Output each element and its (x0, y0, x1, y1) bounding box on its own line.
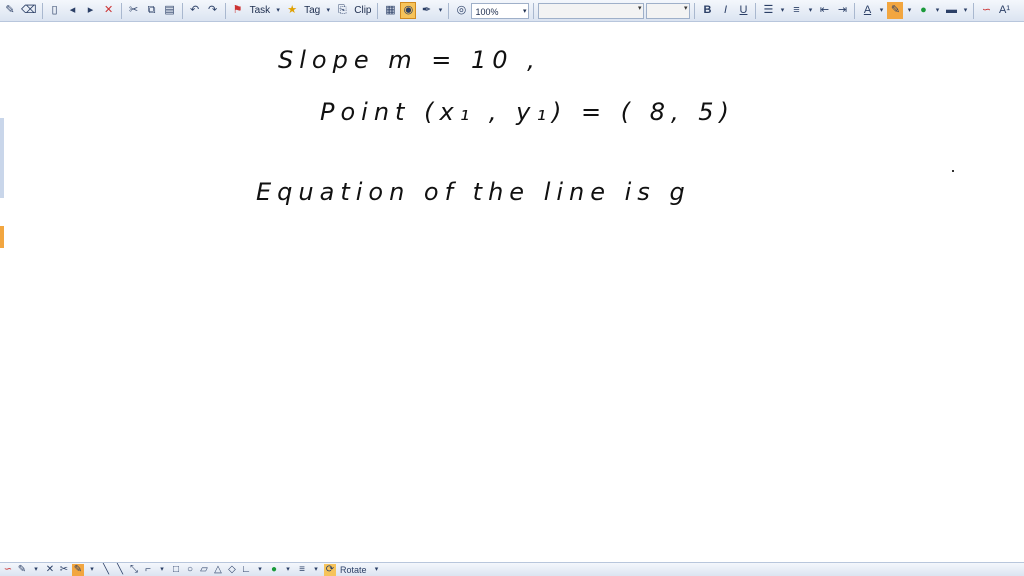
lasso-icon[interactable]: ∽ (2, 564, 14, 576)
highlight-icon[interactable]: ✎ (887, 2, 904, 19)
separator (533, 2, 535, 19)
line-tool-icon[interactable]: ╲ (100, 564, 112, 576)
paste-icon[interactable]: ▤ (162, 2, 178, 19)
chevron-down-icon[interactable]: ▾ (86, 564, 98, 576)
separator (755, 2, 757, 19)
audio-icon[interactable]: ◉ (400, 2, 417, 19)
diamond-tool-icon[interactable]: ◇ (226, 564, 238, 576)
separator (448, 2, 450, 19)
chevron-down-icon[interactable]: ▾ (30, 564, 42, 576)
tag-button[interactable]: Tag (302, 5, 322, 16)
rotate-icon[interactable]: ⟳ (324, 563, 336, 576)
bold-button[interactable]: B (699, 2, 715, 19)
copy-icon[interactable]: ⧉ (144, 2, 160, 19)
parallelogram-tool-icon[interactable]: ▱ (198, 564, 210, 576)
underline-button[interactable]: U (735, 2, 751, 19)
chevron-down-icon[interactable]: ▾ (933, 2, 941, 19)
text-size-icon[interactable]: A¹ (996, 2, 1012, 19)
chevron-down-icon[interactable]: ▾ (523, 4, 527, 20)
separator (41, 2, 43, 19)
delete-page-icon[interactable]: ✕ (101, 2, 117, 19)
ink-dot (952, 170, 954, 172)
separator (181, 2, 183, 19)
pen-color-icon[interactable]: ✒ (418, 2, 434, 19)
undo-icon[interactable]: ↶ (187, 2, 203, 19)
pen-icon[interactable]: ✎ (2, 2, 18, 19)
handwritten-line-slope: Slope m = 10 , (278, 46, 541, 74)
chevron-down-icon[interactable]: ▾ (371, 564, 383, 576)
arrow-tool-icon[interactable]: ╲ (114, 564, 126, 576)
chevron-down-icon[interactable]: ▾ (877, 2, 885, 19)
scissors-icon[interactable]: ✂ (58, 564, 70, 576)
tag-star-icon[interactable]: ★ (284, 2, 300, 19)
pen-icon[interactable]: ✎ (16, 564, 28, 576)
top-toolbar: ✎ ⌫ ▯ ◂ ▸ ✕ ✂ ⧉ ▤ ↶ ↷ ⚑ Task ▾ ★ Tag ▾ ⎘… (0, 0, 1024, 22)
chevron-down-icon[interactable]: ▾ (778, 2, 786, 19)
new-page-icon[interactable]: ▯ (47, 2, 63, 19)
separator (120, 2, 122, 19)
line-style-icon[interactable]: ▬ (943, 2, 959, 19)
highlighter-icon[interactable]: ✎ (72, 563, 84, 576)
table-icon[interactable]: ▦ (382, 2, 398, 19)
chevron-down-icon[interactable]: ▾ (684, 4, 688, 12)
handwritten-line-equation: Equation of the line is g (256, 178, 691, 206)
chevron-down-icon[interactable]: ▾ (282, 564, 294, 576)
triangle-tool-icon[interactable]: △ (212, 564, 224, 576)
numbering-icon[interactable]: ≡ (788, 2, 804, 19)
redo-icon[interactable]: ↷ (205, 2, 221, 19)
chevron-down-icon[interactable]: ▾ (961, 2, 969, 19)
rotate-button[interactable]: Rotate (338, 565, 369, 575)
zoom-select[interactable]: 100% ▾ (471, 2, 530, 20)
font-size-select[interactable]: ▾ (646, 2, 691, 19)
line-weight-icon[interactable]: ≡ (296, 564, 308, 576)
separator (694, 2, 696, 19)
axis-tool-icon[interactable]: ∟ (240, 564, 252, 576)
double-arrow-tool-icon[interactable]: ⤡ (128, 564, 140, 576)
handwritten-line-point: Point (x₁ , y₁) = ( 8, 5) (320, 98, 735, 126)
separator (854, 2, 856, 19)
back-icon[interactable]: ◂ (65, 2, 81, 19)
decrease-indent-icon[interactable]: ⇤ (816, 2, 832, 19)
color-picker-icon[interactable]: ● (268, 564, 280, 576)
task-button[interactable]: Task (248, 5, 273, 16)
clip-icon[interactable]: ⎘ (334, 2, 350, 19)
web-icon[interactable]: ◎ (453, 2, 469, 19)
italic-button[interactable]: I (717, 2, 733, 19)
increase-indent-icon[interactable]: ⇥ (834, 2, 850, 19)
drawing-toolbar: ∽ ✎ ▾ ✕ ✂ ✎ ▾ ╲ ╲ ⤡ ⌐ ▾ □ ○ ▱ △ ◇ ∟ ▾ ● … (0, 562, 1024, 576)
fill-color-icon[interactable]: ● (915, 2, 931, 19)
zoom-value: 100% (475, 6, 499, 17)
connector-tool-icon[interactable]: ⌐ (142, 564, 154, 576)
forward-icon[interactable]: ▸ (83, 2, 99, 19)
font-color-icon[interactable]: A (859, 2, 875, 19)
chevron-down-icon[interactable]: ▾ (254, 564, 266, 576)
chevron-down-icon[interactable]: ▾ (324, 2, 332, 19)
clip-button[interactable]: Clip (352, 5, 373, 16)
rect-tool-icon[interactable]: □ (170, 564, 182, 576)
ink-canvas[interactable]: Slope m = 10 , Point (x₁ , y₁) = ( 8, 5)… (0, 22, 1024, 562)
chevron-down-icon[interactable]: ▾ (436, 2, 444, 19)
chevron-down-icon[interactable]: ▾ (806, 2, 814, 19)
separator (224, 2, 226, 19)
chevron-down-icon[interactable]: ▾ (310, 564, 322, 576)
delete-icon[interactable]: ✕ (44, 564, 56, 576)
chevron-down-icon[interactable]: ▾ (274, 2, 282, 19)
cut-icon[interactable]: ✂ (126, 2, 142, 19)
lasso-icon[interactable]: ∽ (978, 2, 994, 19)
chevron-down-icon[interactable]: ▾ (638, 4, 642, 12)
font-name-select[interactable]: ▾ (538, 2, 645, 19)
separator (973, 2, 975, 19)
chevron-down-icon[interactable]: ▾ (156, 564, 168, 576)
bullets-icon[interactable]: ☰ (760, 2, 776, 19)
separator (377, 2, 379, 19)
ellipse-tool-icon[interactable]: ○ (184, 564, 196, 576)
task-flag-icon[interactable]: ⚑ (230, 2, 246, 19)
eraser-icon[interactable]: ⌫ (20, 2, 38, 19)
chevron-down-icon[interactable]: ▾ (905, 2, 913, 19)
